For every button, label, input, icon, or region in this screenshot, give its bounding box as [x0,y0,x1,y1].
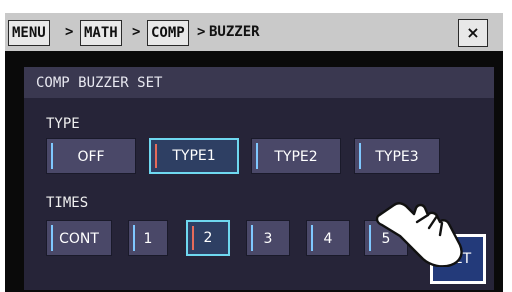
times-option-3[interactable]: 3 [246,220,290,256]
close-icon: × [466,23,480,42]
times-label: TIMES [46,195,89,211]
type-option-type1[interactable]: TYPE1 [149,138,239,174]
times-option-4[interactable]: 4 [306,220,350,256]
breadcrumb-comp[interactable]: COMP [147,20,189,46]
type-label: TYPE [46,116,80,132]
title-bar: MENU > MATH > COMP > BUZZER × [5,13,503,51]
breadcrumb-menu[interactable]: MENU [8,20,50,46]
panel-title: COMP BUZZER SET [24,68,494,98]
type-option-type2[interactable]: TYPE2 [251,138,341,174]
screen: MENU > MATH > COMP > BUZZER × COMP BUZZE… [0,0,512,292]
breadcrumb-separator: > [65,24,74,40]
breadcrumb-separator: > [197,24,206,40]
breadcrumb-separator: > [132,24,141,40]
type-option-off[interactable]: OFF [46,138,136,174]
close-button[interactable]: × [458,19,488,47]
times-option-2[interactable]: 2 [186,220,230,256]
breadcrumb-current: BUZZER [209,24,260,40]
times-option-1[interactable]: 1 [128,220,168,256]
times-option-cont[interactable]: CONT [46,220,112,256]
type-option-type3[interactable]: TYPE3 [354,138,440,174]
hand-pointer-icon [375,202,463,267]
breadcrumb-math[interactable]: MATH [80,20,122,46]
